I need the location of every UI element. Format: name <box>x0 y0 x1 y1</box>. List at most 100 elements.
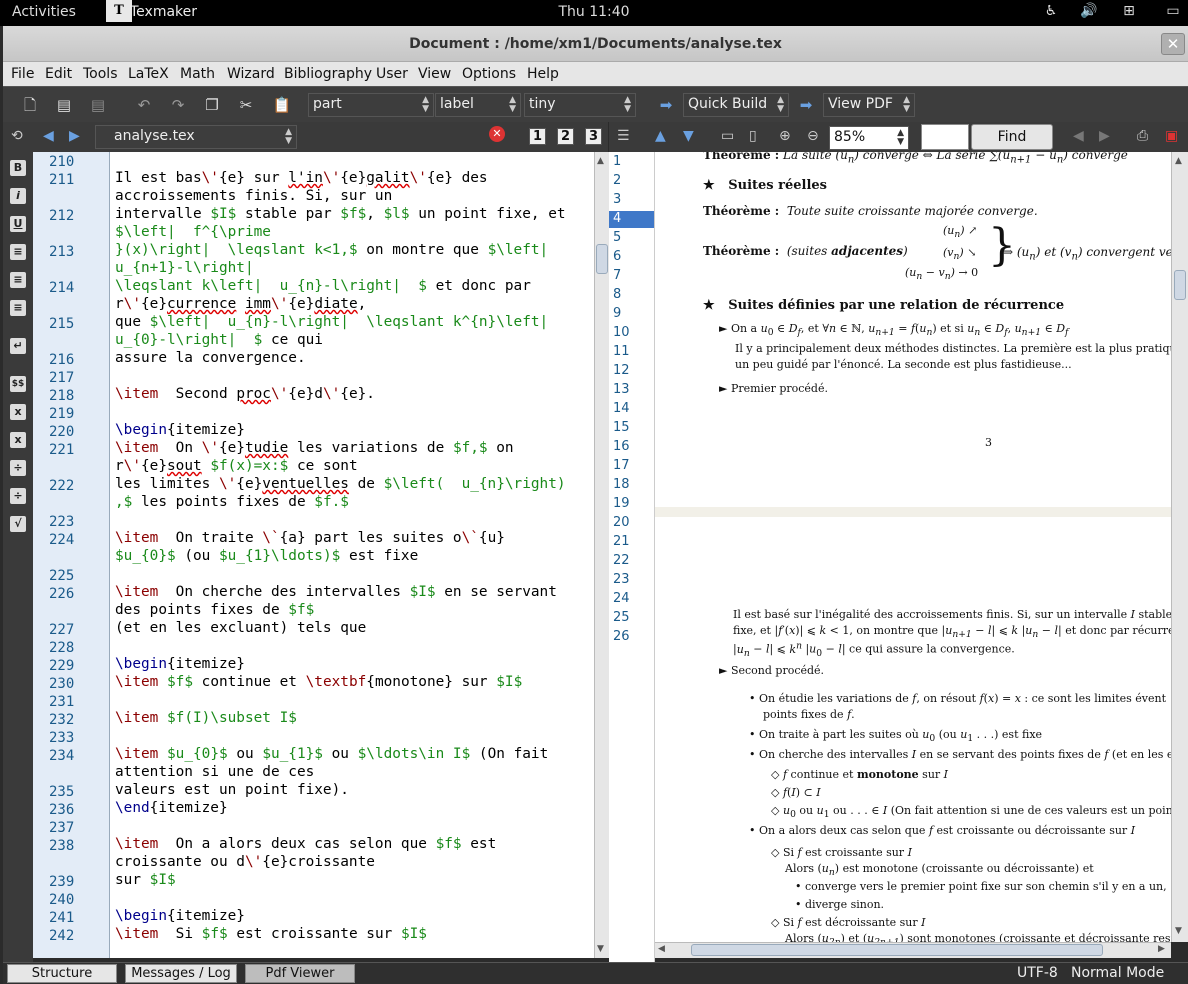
external-viewer-icon[interactable]: ▣ <box>1165 128 1178 144</box>
accessibility-icon[interactable]: ♿ <box>1042 3 1060 21</box>
pdf-scroll-down-icon[interactable]: ▼ <box>1175 926 1182 936</box>
menu-wizard[interactable]: Wizard <box>227 66 275 82</box>
pdf-page-item[interactable]: 8 <box>609 287 654 304</box>
pdf-page-item[interactable]: 11 <box>609 344 654 361</box>
pdf-page-item[interactable]: 3 <box>609 192 654 209</box>
clock[interactable]: Thu 11:40 <box>0 4 1188 20</box>
fraction-icon[interactable]: ÷ <box>10 460 26 476</box>
pdf-page-item[interactable]: 9 <box>609 306 654 323</box>
pdf-search-input[interactable] <box>921 124 969 150</box>
cut-icon[interactable]: ✂ <box>235 94 257 116</box>
zoom-out-icon[interactable]: ⊖ <box>807 128 819 144</box>
align-center-icon[interactable]: ≡ <box>10 272 26 288</box>
pdf-page-item[interactable]: 19 <box>609 496 654 513</box>
subscript-icon[interactable]: x <box>10 404 26 420</box>
undo-icon[interactable]: ↶ <box>133 94 155 116</box>
pdf-page-item[interactable]: 18 <box>609 477 654 494</box>
find-next-icon[interactable]: ▶ <box>1099 128 1110 144</box>
pdf-page-item[interactable]: 23 <box>609 572 654 589</box>
pdf-page-item[interactable]: 25 <box>609 610 654 627</box>
menu-bibliography[interactable]: Bibliography <box>284 66 372 82</box>
structure-tab[interactable]: Structure <box>7 964 117 983</box>
menu-help[interactable]: Help <box>527 66 559 82</box>
align-left-icon[interactable]: ≡ <box>10 244 26 260</box>
editor-scroll-thumb[interactable] <box>596 244 608 274</box>
pdf-page-item[interactable]: 24 <box>609 591 654 608</box>
pdf-page-item[interactable]: 5 <box>609 230 654 247</box>
close-icon[interactable]: ✕ <box>1161 33 1185 55</box>
align-right-icon[interactable]: ≡ <box>10 300 26 316</box>
find-prev-icon[interactable]: ◀ <box>1073 128 1084 144</box>
menu-tools[interactable]: Tools <box>83 66 118 82</box>
math-mode-icon[interactable]: $$ <box>10 376 26 392</box>
dfrac-icon[interactable]: ÷ <box>10 488 26 504</box>
pdf-page-item[interactable]: 7 <box>609 268 654 285</box>
zoom-in-icon[interactable]: ⊕ <box>779 128 791 144</box>
open-file-icon[interactable]: ▤ <box>53 94 75 116</box>
view-pdf-select[interactable]: View PDF▲▼ <box>823 93 915 117</box>
pdf-page-item[interactable]: 17 <box>609 458 654 475</box>
superscript-icon[interactable]: x <box>10 432 26 448</box>
print-icon[interactable]: ⎙ <box>1137 128 1148 144</box>
italic-icon[interactable]: i <box>10 188 26 204</box>
find-button[interactable]: Find <box>971 124 1053 150</box>
menu-file[interactable]: File <box>11 66 34 82</box>
scroll-down-icon[interactable]: ▼ <box>597 944 604 954</box>
pdf-page-item[interactable]: 15 <box>609 420 654 437</box>
next-doc-icon[interactable]: ▶ <box>69 128 80 144</box>
pdf-page-item[interactable]: 6 <box>609 249 654 266</box>
pdf-structure-icon[interactable]: ☰ <box>617 128 630 144</box>
pdf-horizontal-scrollbar[interactable]: ◀ ▶ <box>655 942 1171 958</box>
sectioning-select[interactable]: part▲▼ <box>308 93 434 117</box>
pdf-page-item[interactable]: 26 <box>609 629 654 646</box>
new-file-icon[interactable]: 🗋 <box>19 94 41 116</box>
save-icon[interactable]: ▤ <box>87 94 109 116</box>
chat-icon[interactable]: ▭ <box>1164 3 1182 21</box>
menu-options[interactable]: Options <box>462 66 516 82</box>
pdf-scroll-left-icon[interactable]: ◀ <box>658 944 665 954</box>
pdf-page-item[interactable]: 22 <box>609 553 654 570</box>
pdf-viewer-tab[interactable]: Pdf Viewer <box>245 964 355 983</box>
pdf-fit-page-icon[interactable]: ▯ <box>749 128 757 144</box>
pdf-page-item[interactable]: 21 <box>609 534 654 551</box>
pdf-viewer[interactable]: Théorème : La suite (un) converge ⇔ La s… <box>655 152 1171 942</box>
bold-icon[interactable]: B <box>10 160 26 176</box>
pdf-vscroll-thumb[interactable] <box>1174 270 1186 300</box>
view-1-button[interactable]: 1 <box>529 128 546 145</box>
pdf-page-item[interactable]: 4 <box>609 211 654 228</box>
pdf-scroll-right-icon[interactable]: ▶ <box>1158 944 1165 954</box>
pdf-scroll-up-icon[interactable]: ▲ <box>1175 156 1182 166</box>
scroll-up-icon[interactable]: ▲ <box>597 156 604 166</box>
view-pdf-arrow-icon[interactable]: ➡ <box>795 94 817 116</box>
font-size-select[interactable]: tiny▲▼ <box>524 93 636 117</box>
pdf-fit-width-icon[interactable]: ▭ <box>721 128 734 144</box>
quick-build-select[interactable]: Quick Build▲▼ <box>683 93 789 117</box>
pdf-page-down-icon[interactable]: ▼ <box>683 128 694 144</box>
menu-edit[interactable]: Edit <box>45 66 72 82</box>
copy-icon[interactable]: ❐ <box>201 94 223 116</box>
new-line-icon[interactable]: ↵ <box>10 338 26 354</box>
network-icon[interactable]: ⊞ <box>1120 3 1138 21</box>
zoom-select[interactable]: 85%▲▼ <box>829 126 909 150</box>
pdf-page-item[interactable]: 2 <box>609 173 654 190</box>
paste-icon[interactable]: 📋 <box>271 94 293 116</box>
view-3-button[interactable]: 3 <box>585 128 602 145</box>
open-file-select[interactable]: analyse.tex▲▼ <box>95 125 297 149</box>
pdf-hscroll-thumb[interactable] <box>691 944 1103 956</box>
quick-build-arrow-icon[interactable]: ➡ <box>655 94 677 116</box>
sync-icon[interactable]: ⟲ <box>11 128 23 144</box>
menu-math[interactable]: Math <box>180 66 215 82</box>
pdf-page-item[interactable]: 20 <box>609 515 654 532</box>
pdf-page-item[interactable]: 14 <box>609 401 654 418</box>
editor-scrollbar[interactable]: ▲ ▼ <box>594 152 609 958</box>
pdf-page-up-icon[interactable]: ▲ <box>655 128 666 144</box>
pdf-page-item[interactable]: 12 <box>609 363 654 380</box>
sqrt-icon[interactable]: √ <box>10 516 26 532</box>
window-titlebar[interactable]: Document : /home/xm1/Documents/analyse.t… <box>3 26 1188 62</box>
messages-log-tab[interactable]: Messages / Log <box>125 964 237 983</box>
pdf-vertical-scrollbar[interactable]: ▲ ▼ <box>1171 152 1188 942</box>
pdf-page-item[interactable]: 1 <box>609 154 654 171</box>
menu-latex[interactable]: LaTeX <box>128 66 169 82</box>
menu-user[interactable]: User <box>376 66 408 82</box>
volume-icon[interactable]: 🔊 <box>1080 3 1098 21</box>
